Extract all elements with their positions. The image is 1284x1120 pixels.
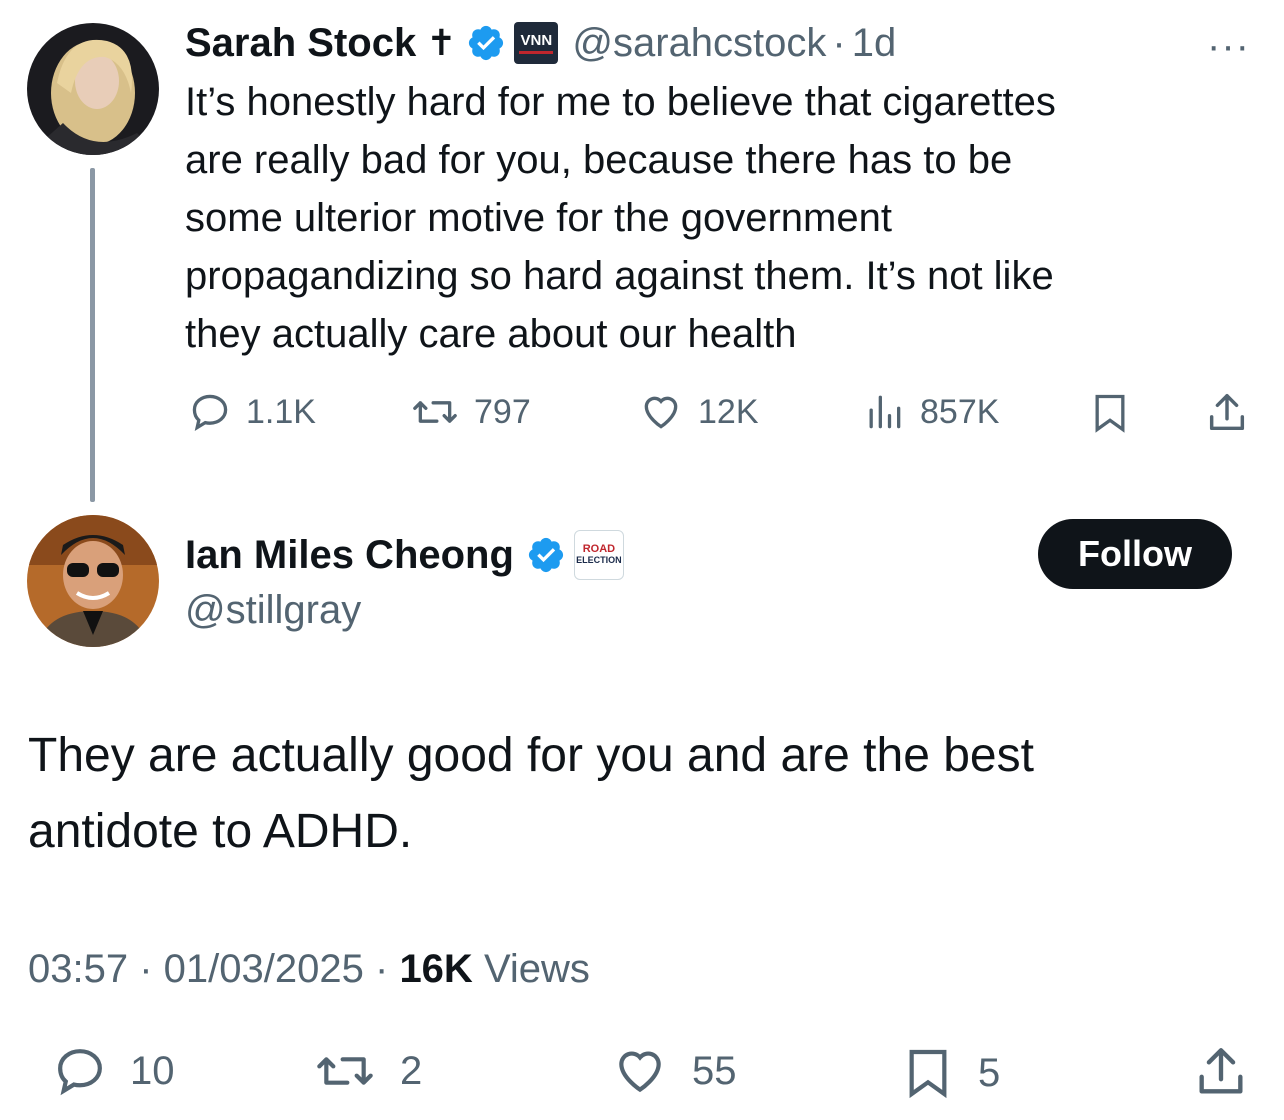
like-button[interactable]: 55 <box>610 1043 737 1099</box>
author-name[interactable]: Ian Miles Cheong <box>185 533 514 577</box>
views-count: 857K <box>920 392 1000 431</box>
follow-button[interactable]: Follow <box>1038 519 1232 589</box>
parent-tweet-text: It’s honestly hard for me to believe tha… <box>185 73 1245 363</box>
repost-button[interactable]: 797 <box>410 390 531 434</box>
tweet-date[interactable]: 01/03/2025 <box>164 947 364 991</box>
views-button[interactable]: 857K <box>862 390 999 434</box>
share-icon <box>1199 1048 1243 1094</box>
bookmark-icon <box>909 1049 947 1099</box>
repost-icon <box>317 1057 373 1085</box>
avatar-sarah-stock[interactable] <box>27 23 159 155</box>
author-handle[interactable]: @stillgray <box>185 588 361 632</box>
author-handle[interactable]: @sarahcstock <box>572 21 826 65</box>
tweet-age[interactable]: 1d <box>852 21 897 65</box>
share-button[interactable] <box>1204 390 1250 441</box>
analytics-icon <box>869 395 901 429</box>
author-name[interactable]: Sarah Stock <box>185 21 416 65</box>
author-emoji: ✝ <box>426 22 457 64</box>
text-line: They are actually good for you and are t… <box>28 729 1034 782</box>
tweet-metadata: 03:57 · 01/03/2025 · 16K Views <box>28 947 590 992</box>
verified-badge-icon[interactable] <box>466 23 506 63</box>
views-label: Views <box>483 947 590 991</box>
views-count: 16K <box>399 947 473 991</box>
reply-icon <box>58 1049 102 1096</box>
verified-badge-icon[interactable] <box>526 535 566 575</box>
repost-count: 797 <box>474 392 531 431</box>
heart-icon <box>619 1051 661 1093</box>
bookmark-button[interactable] <box>1088 390 1132 441</box>
text-line: some ulterior motive for the government <box>185 196 892 240</box>
bookmark-count: 5 <box>978 1050 1001 1095</box>
bookmark-button[interactable]: 5 <box>900 1043 1000 1103</box>
main-tweet-text: They are actually good for you and are t… <box>28 718 1258 870</box>
repost-button[interactable]: 2 <box>312 1043 422 1099</box>
text-line: It’s honestly hard for me to believe tha… <box>185 80 1056 124</box>
affiliate-badge-line: ELECTION <box>576 555 622 565</box>
text-line: antidote to ADHD. <box>28 805 413 858</box>
text-line: are really bad for you, because there ha… <box>185 138 1013 182</box>
reply-button[interactable]: 1.1K <box>188 390 316 434</box>
text-line: they actually care about our health <box>185 312 797 356</box>
separator-dot: · <box>139 947 164 991</box>
repost-icon <box>413 401 457 423</box>
affiliate-badge-vnn[interactable]: VNN <box>514 22 559 64</box>
like-count: 55 <box>692 1048 737 1093</box>
repost-count: 2 <box>400 1048 423 1093</box>
affiliate-badge-line: ROAD <box>582 543 616 555</box>
bookmark-icon <box>1095 394 1125 433</box>
like-button[interactable]: 12K <box>638 390 759 434</box>
thread-connector-line <box>90 168 95 502</box>
affiliate-badge-road-election[interactable]: ROAD ELECTION <box>573 530 624 580</box>
reply-button[interactable]: 10 <box>52 1043 175 1099</box>
more-options-icon[interactable]: ··· <box>1207 24 1250 69</box>
separator-dot: · <box>375 947 400 991</box>
reply-count: 10 <box>130 1048 175 1093</box>
parent-tweet-header: Sarah Stock ✝ VNN @sarahcstock · 1d <box>185 20 896 66</box>
main-tweet-header: Ian Miles Cheong ROAD ELECTION <box>185 530 624 580</box>
separator-dot: · <box>832 21 846 65</box>
affiliate-badge-label: VNN <box>520 32 553 49</box>
tweet-time[interactable]: 03:57 <box>28 947 128 991</box>
avatar-ian-miles-cheong[interactable] <box>27 515 159 647</box>
like-count: 12K <box>698 392 759 431</box>
heart-icon <box>644 396 678 429</box>
reply-icon <box>192 394 228 432</box>
reply-count: 1.1K <box>246 392 316 431</box>
share-button[interactable] <box>1192 1043 1250 1106</box>
share-icon <box>1209 394 1245 431</box>
text-line: propagandizing so hard against them. It’… <box>185 254 1054 298</box>
